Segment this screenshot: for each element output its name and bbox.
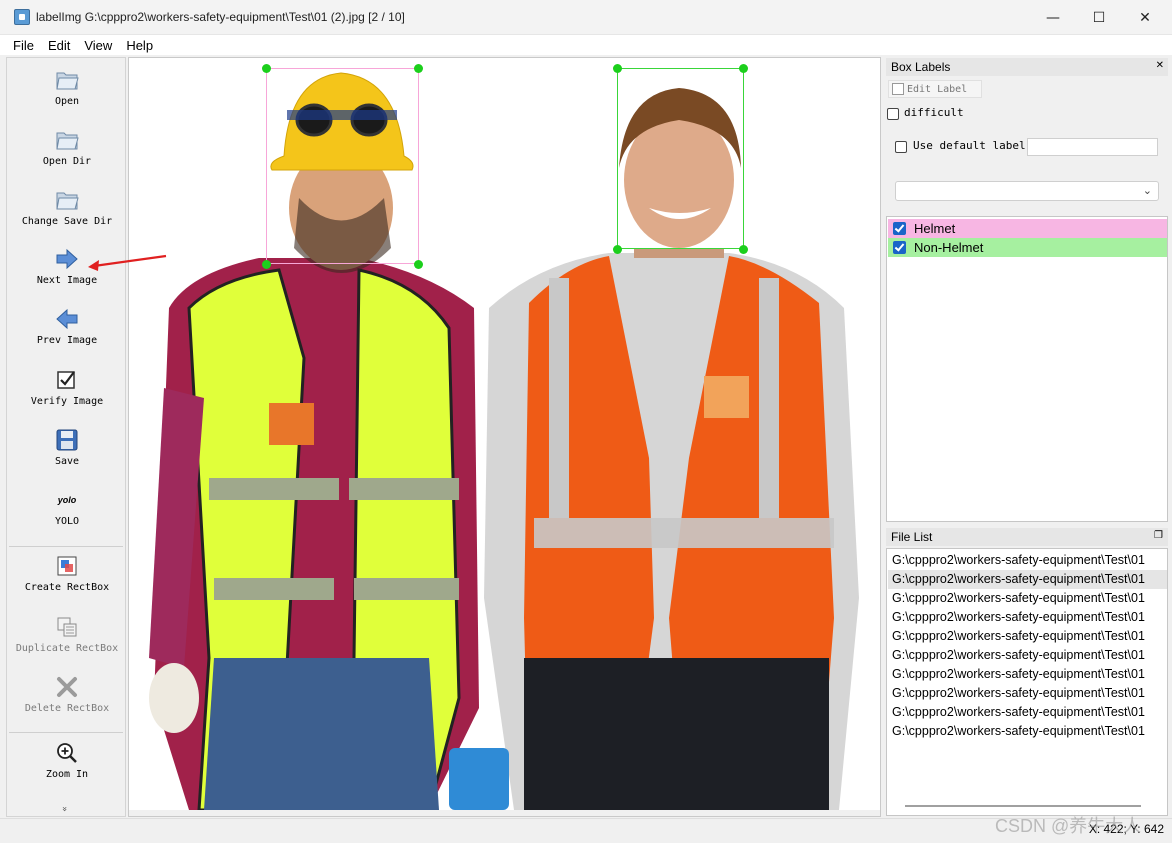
dock-close-icon[interactable]: ✕	[1156, 60, 1164, 71]
delete-x-icon	[55, 675, 79, 699]
checkbox-check-icon	[55, 368, 79, 392]
file-list-item[interactable]: G:\cpppro2\workers-safety-equipment\Test…	[888, 551, 1167, 570]
file-list-item[interactable]: G:\cpppro2\workers-safety-equipment\Test…	[888, 722, 1167, 741]
image-canvas[interactable]	[128, 57, 881, 817]
window-title: labelImg G:\cpppro2\workers-safety-equip…	[36, 10, 405, 24]
box-corner-handle[interactable]	[414, 64, 423, 73]
non-helmet-bounding-box[interactable]	[617, 68, 744, 249]
dock-float-icon[interactable]: ❐	[1154, 530, 1163, 541]
maximize-button[interactable]: ☐	[1076, 0, 1122, 35]
close-button[interactable]: ✕	[1122, 0, 1168, 35]
difficult-label: difficult	[904, 106, 964, 119]
save-button[interactable]: Save	[7, 420, 125, 476]
file-list-item[interactable]: G:\cpppro2\workers-safety-equipment\Test…	[888, 627, 1167, 646]
menu-file[interactable]: File	[6, 38, 41, 53]
workers-photo	[129, 58, 880, 810]
box-corner-handle[interactable]	[414, 260, 423, 269]
box-labels-dock-title: Box Labels ✕	[886, 58, 1168, 76]
file-list-item[interactable]: G:\cpppro2\workers-safety-equipment\Test…	[888, 646, 1167, 665]
helmet-bounding-box[interactable]	[266, 68, 419, 264]
file-list-item[interactable]: G:\cpppro2\workers-safety-equipment\Test…	[888, 608, 1167, 627]
box-corner-handle[interactable]	[739, 64, 748, 73]
zoom-in-icon	[55, 741, 79, 765]
change-save-dir-button[interactable]: Change Save Dir	[7, 180, 125, 236]
menu-bar: File Edit View Help	[0, 35, 1172, 55]
file-list-item[interactable]: G:\cpppro2\workers-safety-equipment\Test…	[888, 684, 1167, 703]
arrow-left-icon	[55, 307, 79, 331]
zoom-in-button[interactable]: Zoom In	[7, 733, 125, 789]
label-visibility-checkbox[interactable]	[893, 241, 906, 254]
chevron-down-icon: ⌄	[1142, 184, 1152, 197]
toolbar-more-chevron[interactable]: »	[59, 806, 69, 812]
delete-rectbox-button[interactable]: Delete RectBox	[7, 667, 125, 723]
box-corner-handle[interactable]	[613, 64, 622, 73]
difficult-checkbox[interactable]	[887, 108, 899, 120]
box-corner-handle[interactable]	[262, 64, 271, 73]
label-combo-box[interactable]: ⌄	[895, 181, 1159, 201]
arrow-right-icon	[55, 247, 79, 271]
box-corner-handle[interactable]	[613, 245, 622, 254]
canvas-scrollbar-horizontal[interactable]	[129, 810, 880, 816]
minimize-button[interactable]: —	[1030, 0, 1076, 35]
duplicate-rectbox-button[interactable]: Duplicate RectBox	[7, 607, 125, 663]
floppy-disk-icon	[55, 428, 79, 452]
edit-label-button[interactable]: Edit Label	[888, 80, 982, 98]
edit-pencil-icon	[892, 83, 904, 95]
duplicate-icon	[55, 615, 79, 639]
label-item-helmet[interactable]: Helmet	[888, 219, 1167, 238]
menu-view[interactable]: View	[77, 38, 119, 53]
tool-bar: Open Open Dir Change Save Dir Next Image…	[6, 57, 126, 817]
file-list[interactable]: G:\cpppro2\workers-safety-equipment\Test…	[886, 548, 1168, 816]
file-list-item-selected[interactable]: G:\cpppro2\workers-safety-equipment\Test…	[888, 570, 1167, 589]
label-visibility-checkbox[interactable]	[893, 222, 906, 235]
file-list-scrollbar[interactable]	[905, 805, 1141, 807]
file-list-item[interactable]: G:\cpppro2\workers-safety-equipment\Test…	[888, 665, 1167, 684]
box-labels-list[interactable]: Helmet Non-Helmet	[886, 216, 1168, 522]
open-button[interactable]: Open	[7, 60, 125, 116]
open-dir-button[interactable]: Open Dir	[7, 120, 125, 176]
menu-edit[interactable]: Edit	[41, 38, 77, 53]
use-default-label-checkbox[interactable]	[895, 141, 907, 153]
app-icon	[14, 9, 30, 25]
box-corner-handle[interactable]	[739, 245, 748, 254]
yolo-icon: yolo	[57, 495, 77, 505]
box-corner-handle[interactable]	[262, 260, 271, 269]
prev-image-button[interactable]: Prev Image	[7, 299, 125, 355]
create-rectbox-button[interactable]: Create RectBox	[7, 546, 125, 602]
folder-open-icon	[55, 68, 79, 92]
yolo-format-button[interactable]: yolo YOLO	[7, 480, 125, 536]
create-rect-icon	[55, 554, 79, 578]
label-item-non-helmet[interactable]: Non-Helmet	[888, 238, 1167, 257]
annotation-arrow-icon	[88, 254, 167, 271]
csdn-watermark: CSDN @养牛大人	[995, 816, 1142, 836]
title-bar: labelImg G:\cpppro2\workers-safety-equip…	[0, 0, 1172, 35]
use-default-label-text: Use default label	[913, 139, 1026, 152]
file-list-dock-title: File List ❐	[886, 528, 1168, 546]
menu-help[interactable]: Help	[119, 38, 160, 53]
folder-open-icon	[55, 128, 79, 152]
verify-image-button[interactable]: Verify Image	[7, 360, 125, 416]
default-label-input[interactable]	[1027, 138, 1158, 156]
file-list-item[interactable]: G:\cpppro2\workers-safety-equipment\Test…	[888, 589, 1167, 608]
file-list-item[interactable]: G:\cpppro2\workers-safety-equipment\Test…	[888, 703, 1167, 722]
folder-open-icon	[55, 188, 79, 212]
